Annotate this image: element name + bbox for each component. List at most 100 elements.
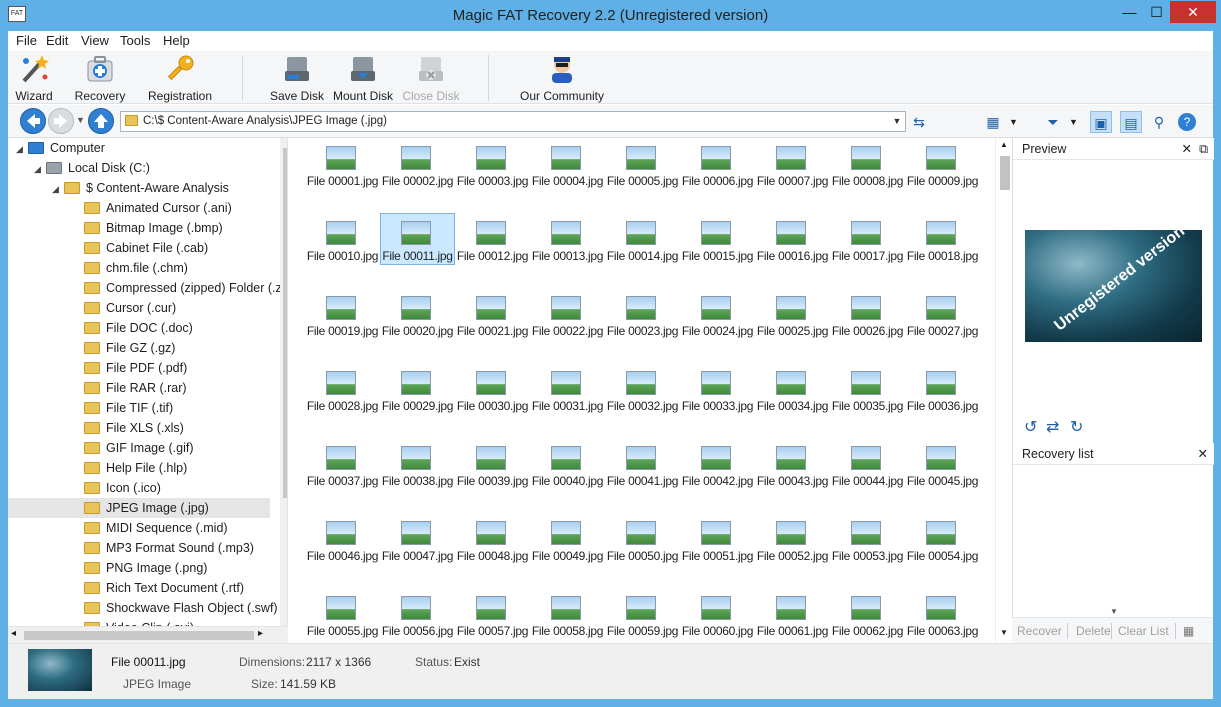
file-item[interactable]: File 00013.jpg	[530, 213, 605, 288]
file-item[interactable]: File 00059.jpg	[605, 588, 680, 643]
tree-item-folder[interactable]: Shockwave Flash Object (.swf)	[8, 598, 278, 618]
tree-scroll-thumb[interactable]	[283, 148, 287, 498]
menu-view[interactable]: View	[75, 31, 115, 51]
chevron-down-icon[interactable]: ▼	[889, 112, 905, 131]
file-item[interactable]: File 00045.jpg	[905, 438, 980, 513]
grid-scroll-thumb[interactable]	[1000, 156, 1010, 190]
file-item[interactable]: File 00050.jpg	[605, 513, 680, 588]
wizard-button[interactable]: Wizard	[12, 53, 56, 103]
expand-arrow-icon[interactable]: ◢	[52, 179, 64, 199]
tree-item-folder[interactable]: Cursor (.cur)	[8, 298, 270, 318]
file-item[interactable]: File 00043.jpg	[755, 438, 830, 513]
tree-item-folder[interactable]: Rich Text Document (.rtf)	[8, 578, 270, 598]
view-dropdown-icon[interactable]: ▼	[1009, 117, 1018, 127]
file-item[interactable]: File 00042.jpg	[680, 438, 755, 513]
forward-button[interactable]	[48, 108, 74, 134]
tree-vertical-scrollbar[interactable]	[280, 138, 287, 627]
back-button[interactable]	[20, 108, 46, 134]
tree-item-folder[interactable]: File XLS (.xls)	[8, 418, 270, 438]
tree-item-folder[interactable]: File RAR (.rar)	[8, 378, 270, 398]
file-item[interactable]: File 00022.jpg	[530, 288, 605, 363]
file-item[interactable]: File 00011.jpg	[380, 213, 455, 288]
view-mode-button[interactable]: ▦	[982, 111, 1004, 133]
menu-help[interactable]: Help	[157, 31, 196, 51]
file-item[interactable]: File 00007.jpg	[755, 138, 830, 213]
file-item[interactable]: File 00016.jpg	[755, 213, 830, 288]
menu-tools[interactable]: Tools	[114, 31, 156, 51]
file-item[interactable]: File 00004.jpg	[530, 138, 605, 213]
file-item[interactable]: File 00040.jpg	[530, 438, 605, 513]
file-item[interactable]: File 00036.jpg	[905, 363, 980, 438]
tree-item-folder[interactable]: MP3 Format Sound (.mp3)	[8, 538, 270, 558]
file-item[interactable]: File 00062.jpg	[830, 588, 905, 643]
address-field[interactable]: C:\$ Content-Aware Analysis\JPEG Image (…	[120, 111, 906, 132]
recovery-list-close-icon[interactable]: ✕	[1198, 443, 1208, 465]
file-item[interactable]: File 00056.jpg	[380, 588, 455, 643]
help-button[interactable]: ?	[1178, 113, 1196, 131]
flip-icon[interactable]: ⇄	[1046, 417, 1059, 437]
scroll-right-icon[interactable]: ▸	[258, 628, 263, 639]
file-item[interactable]: File 00031.jpg	[530, 363, 605, 438]
tree-item-folder[interactable]: GIF Image (.gif)	[8, 438, 270, 458]
tree-item-folder[interactable]: PNG Image (.png)	[8, 558, 270, 578]
file-item[interactable]: File 00002.jpg	[380, 138, 455, 213]
up-button[interactable]	[88, 108, 114, 134]
recover-button[interactable]: Recover	[1017, 618, 1062, 644]
file-item[interactable]: File 00001.jpg	[305, 138, 380, 213]
file-item[interactable]: File 00009.jpg	[905, 138, 980, 213]
tree-item-folder[interactable]: File DOC (.doc)	[8, 318, 270, 338]
list-options-icon[interactable]: ▦	[1183, 618, 1194, 644]
file-item[interactable]: File 00012.jpg	[455, 213, 530, 288]
maximize-button[interactable]: ☐	[1143, 1, 1170, 23]
rotate-left-icon[interactable]: ↺	[1024, 417, 1037, 437]
menu-edit[interactable]: Edit	[40, 31, 74, 51]
file-item[interactable]: File 00047.jpg	[380, 513, 455, 588]
rotate-right-icon[interactable]: ↻	[1070, 417, 1083, 437]
file-item[interactable]: File 00032.jpg	[605, 363, 680, 438]
tree-item-folder[interactable]: Animated Cursor (.ani)	[8, 198, 270, 218]
file-item[interactable]: File 00055.jpg	[305, 588, 380, 643]
file-item[interactable]: File 00041.jpg	[605, 438, 680, 513]
search-button[interactable]: ⚲	[1148, 111, 1170, 133]
close-disk-button[interactable]: Close Disk	[402, 53, 460, 103]
tree-hscroll-thumb[interactable]	[24, 631, 254, 640]
tree-item-folder[interactable]: Bitmap Image (.bmp)	[8, 218, 270, 238]
delete-button[interactable]: Delete	[1076, 618, 1111, 644]
tree-item-content-aware-analysis[interactable]: ◢ $ Content-Aware Analysis	[8, 178, 270, 198]
tree-item-folder[interactable]: Help File (.hlp)	[8, 458, 270, 478]
file-item[interactable]: File 00039.jpg	[455, 438, 530, 513]
file-item[interactable]: File 00035.jpg	[830, 363, 905, 438]
tree-item-folder[interactable]: File TIF (.tif)	[8, 398, 270, 418]
mount-disk-button[interactable]: Mount Disk	[330, 53, 396, 103]
file-item[interactable]: File 00057.jpg	[455, 588, 530, 643]
tree-item-folder[interactable]: MIDI Sequence (.mid)	[8, 518, 270, 538]
file-item[interactable]: File 00053.jpg	[830, 513, 905, 588]
file-item[interactable]: File 00023.jpg	[605, 288, 680, 363]
tree-item-folder[interactable]: File GZ (.gz)	[8, 338, 270, 358]
file-item[interactable]: File 00003.jpg	[455, 138, 530, 213]
file-item[interactable]: File 00046.jpg	[305, 513, 380, 588]
file-item[interactable]: File 00028.jpg	[305, 363, 380, 438]
save-disk-button[interactable]: Save Disk	[270, 53, 324, 103]
tree-item-folder[interactable]: Compressed (zipped) Folder (.zip)	[8, 278, 287, 298]
file-item[interactable]: File 00060.jpg	[680, 588, 755, 643]
tree-item-folder[interactable]: chm.file (.chm)	[8, 258, 270, 278]
file-item[interactable]: File 00018.jpg	[905, 213, 980, 288]
file-item[interactable]: File 00044.jpg	[830, 438, 905, 513]
tree-item-folder[interactable]: Icon (.ico)	[8, 478, 270, 498]
grid-vertical-scrollbar[interactable]: ▲ ▼	[995, 138, 1011, 643]
file-item[interactable]: File 00027.jpg	[905, 288, 980, 363]
file-item[interactable]: File 00025.jpg	[755, 288, 830, 363]
file-item[interactable]: File 00051.jpg	[680, 513, 755, 588]
file-item[interactable]: File 00021.jpg	[455, 288, 530, 363]
our-community-button[interactable]: Our Community	[516, 53, 608, 103]
minimize-button[interactable]: —	[1116, 1, 1143, 23]
file-item[interactable]: File 00026.jpg	[830, 288, 905, 363]
file-item[interactable]: File 00015.jpg	[680, 213, 755, 288]
file-item[interactable]: File 00020.jpg	[380, 288, 455, 363]
tree-item-folder[interactable]: Cabinet File (.cab)	[8, 238, 270, 258]
file-item[interactable]: File 00061.jpg	[755, 588, 830, 643]
tree-item-folder[interactable]: JPEG Image (.jpg)	[8, 498, 270, 518]
scroll-down-icon[interactable]: ▼	[1000, 628, 1008, 637]
refresh-button[interactable]: ⇆	[908, 111, 930, 133]
